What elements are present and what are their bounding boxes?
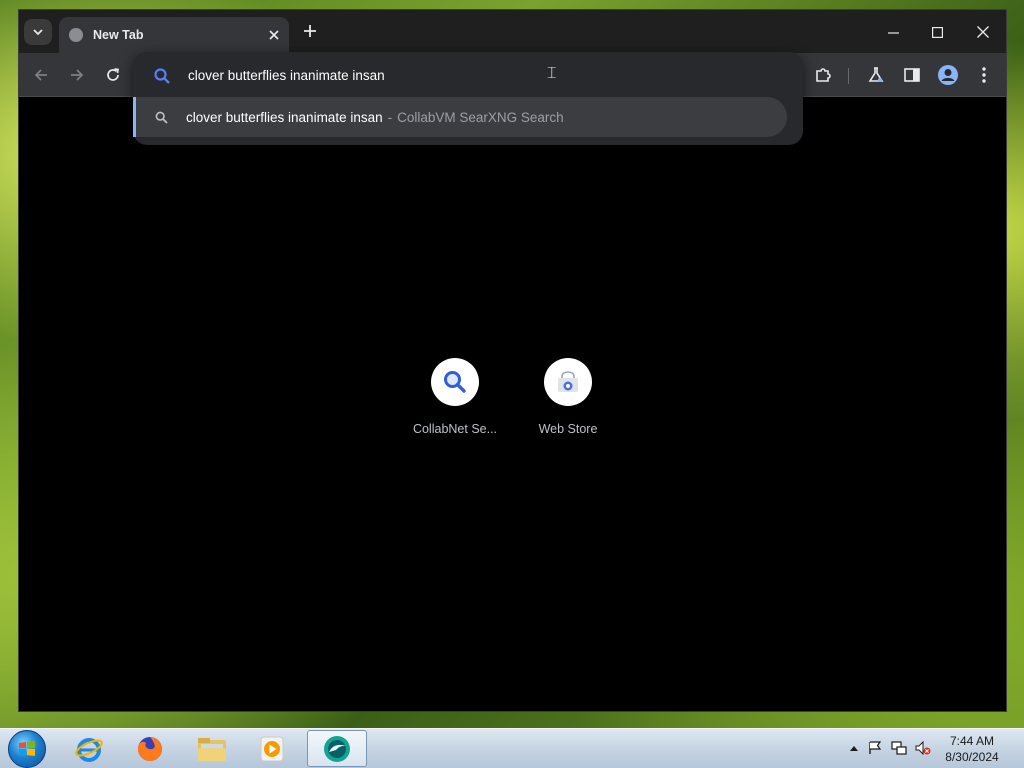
volume-tray[interactable] [914,739,932,757]
extensions-button[interactable] [811,63,835,87]
suggestion-provider: CollabVM SearXNG Search [397,109,564,125]
suggestion-query: clover butterflies inanimate insan [186,109,383,125]
reload-icon [107,68,119,81]
tab-new-tab[interactable]: New Tab [59,17,289,53]
chrome-icon [324,735,350,762]
close-window-button[interactable] [961,18,1005,46]
arrow-left-icon [34,69,47,81]
web-store-icon [558,371,578,392]
labs-button[interactable] [864,63,888,87]
firefox-icon [137,737,162,761]
speaker-muted-icon [915,741,931,755]
clock-time: 7:44 AM [949,734,995,748]
close-icon [977,26,989,38]
windows-logo-icon [19,741,35,756]
shortcut-tile [544,358,592,406]
system-clock[interactable]: 7:44 AM 8/30/2024 [940,733,1004,765]
tab-search-button[interactable] [24,19,52,45]
suggestion-separator: - [387,109,393,125]
search-icon [155,111,168,124]
internet-explorer-icon [75,738,103,762]
tab-title: New Tab [93,28,144,42]
new-tab-button[interactable] [299,21,321,43]
maximize-button[interactable] [915,18,959,46]
action-center-tray[interactable] [866,739,884,757]
omnibox-popup: ⌶ clover butterflies inanimate insan - C… [133,52,803,145]
omnibox-suggestion[interactable]: clover butterflies inanimate insan - Col… [133,97,787,137]
toolbar-divider [848,68,849,84]
network-icon [891,741,907,755]
plus-icon [304,25,316,37]
clock-date: 8/30/2024 [945,750,999,764]
taskbar-chrome[interactable] [307,730,367,767]
file-explorer-icon [198,738,226,761]
suggestion-highlight [133,97,136,137]
address-bar-input[interactable] [188,64,748,86]
shortcut-collabnet-search[interactable]: CollabNet Se... [405,358,505,436]
magnifier-icon [444,371,466,393]
media-player-icon [260,736,284,762]
taskbar-firefox[interactable] [133,732,167,766]
avatar-icon [938,65,958,85]
search-icon [153,67,171,90]
reload-button[interactable] [101,63,125,87]
taskbar-internet-explorer[interactable] [72,732,106,766]
close-icon [269,29,279,40]
arrow-right-icon [71,69,84,81]
taskbar-file-explorer[interactable] [195,732,229,766]
profile-button[interactable] [936,63,960,87]
shortcut-tile [431,358,479,406]
back-button[interactable] [29,63,53,87]
side-panel-button[interactable] [900,63,924,87]
chevron-up-icon [850,746,858,751]
taskbar: 7:44 AM 8/30/2024 [0,728,1024,768]
shortcut-label: CollabNet Se... [412,422,498,436]
text-cursor-icon: ⌶ [547,65,557,82]
network-tray[interactable] [890,739,908,757]
side-panel-icon [904,68,920,82]
flag-icon [869,741,882,754]
minimize-button[interactable] [871,18,915,46]
flask-icon [868,67,884,82]
shortcut-web-store[interactable]: Web Store [518,358,618,436]
kebab-menu-icon [982,67,986,83]
browser-window: New Tab clover butterflies inanimate ins… [18,9,1007,712]
close-tab-button[interactable] [263,27,285,44]
forward-button[interactable] [65,63,89,87]
title-bar: New Tab [19,10,1006,53]
show-hidden-icons-button[interactable] [845,739,863,757]
start-button[interactable] [8,730,46,768]
puzzle-icon [816,68,831,82]
minimize-icon [887,31,899,34]
maximize-icon [931,26,943,38]
globe-icon [69,28,83,42]
shortcut-label: Web Store [538,422,598,436]
chevron-down-icon [33,29,43,36]
menu-button[interactable] [972,63,996,87]
taskbar-media-player[interactable] [255,732,289,766]
